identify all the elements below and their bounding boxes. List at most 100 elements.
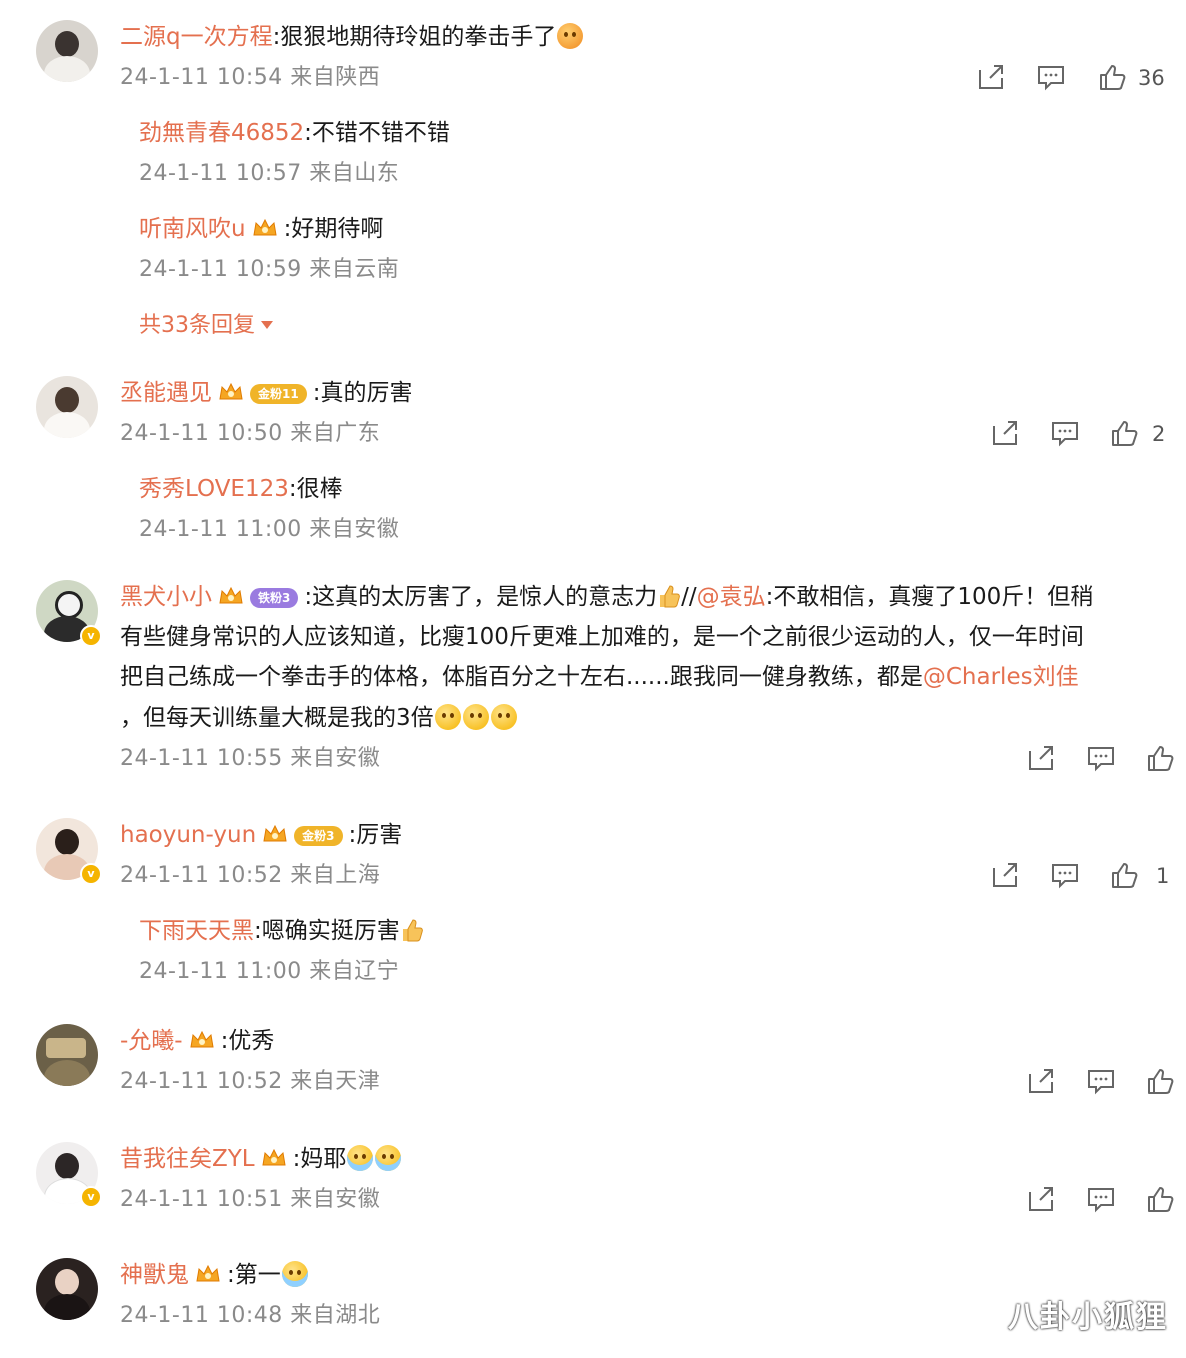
comment-icon[interactable] <box>1086 743 1116 773</box>
comment-content: 二源q一次方程:狠狠地期待玲姐的拳击手了 <box>120 22 584 52</box>
comment-meta: 24-1-11 10:54 来自陕西 <box>120 65 381 90</box>
thumbs-up-icon[interactable] <box>1146 743 1176 773</box>
chevron-down-icon <box>261 321 273 329</box>
thumbs-up-icon[interactable] <box>1098 62 1128 92</box>
more-replies-label: 共33条回复 <box>139 313 255 338</box>
comment-text: :优秀 <box>220 1028 275 1054</box>
comment-meta: 24-1-11 10:52 来自上海 <box>120 863 381 888</box>
comment-actions <box>1026 743 1176 777</box>
comment-icon[interactable] <box>1036 62 1066 92</box>
fan-level-badge: 金粉11 <box>250 384 307 404</box>
comment-actions: 2 <box>990 418 1176 452</box>
comment-text-line: 有些健身常识的人应该知道，比瘦100斤更难上加难的，是一个之前很少运动的人，仅一… <box>120 624 1084 650</box>
comment-meta: 24-1-11 10:48 来自湖北 <box>120 1303 381 1328</box>
thumbs-up-icon[interactable] <box>1146 1184 1176 1214</box>
username[interactable]: 昔我往矣ZYL <box>120 1146 255 1172</box>
verified-badge-icon: v <box>80 1186 102 1208</box>
comment-text: :妈耶 <box>292 1146 347 1172</box>
comment-content: 昔我往矣ZYL :妈耶 <box>120 1144 402 1174</box>
comment-text: :狠狠地期待玲姐的拳击手了 <box>272 24 557 50</box>
mention-link[interactable]: @袁弘 <box>697 584 766 610</box>
comment-meta: 24-1-11 10:52 来自天津 <box>120 1069 381 1094</box>
comment-icon[interactable] <box>1050 418 1080 448</box>
comment-text: 把自己练成一个拳击手的体格，体脂百分之十左右......跟我同一健身教练，都是 <box>120 664 923 690</box>
thumbs-up-emoji-icon <box>400 917 424 943</box>
share-icon[interactable] <box>976 62 1006 92</box>
crown-badge-icon <box>252 217 278 239</box>
username[interactable]: 丞能遇见 <box>120 380 212 406</box>
crying-emoji-icon <box>347 1145 374 1171</box>
username[interactable]: 神獸鬼 <box>120 1262 189 1288</box>
username[interactable]: 下雨天天黑 <box>139 918 254 944</box>
verified-badge-icon: v <box>80 625 102 647</box>
comment-text: :真的厉害 <box>312 380 413 406</box>
reply-meta: 24-1-11 10:57 来自山东 <box>139 161 400 186</box>
comment-actions: 36 <box>976 62 1176 96</box>
crown-badge-icon <box>218 381 244 403</box>
thumbs-up-icon[interactable] <box>1110 418 1140 448</box>
verified-badge-icon: v <box>80 863 102 885</box>
avatar[interactable] <box>36 376 98 438</box>
comment-icon[interactable] <box>1086 1184 1116 1214</box>
avatar[interactable] <box>36 1258 98 1320</box>
comment-content: 丞能遇见 金粉11:真的厉害 <box>120 378 412 408</box>
more-replies-link[interactable]: 共33条回复 <box>139 312 273 340</box>
comment-actions: 1 <box>990 860 1176 894</box>
blush-emoji-icon <box>557 23 584 49</box>
username[interactable]: 听南风吹u <box>139 216 246 242</box>
thumbs-up-icon[interactable] <box>1110 860 1140 890</box>
smile-emoji-icon <box>490 704 517 730</box>
reply-meta: 24-1-11 11:00 来自辽宁 <box>139 959 400 984</box>
comment-content: 黑犬小小 铁粉3:这真的太厉害了，是惊人的意志力 //@袁弘:不敢相信，真瘦了100… <box>120 582 1093 612</box>
username[interactable]: 秀秀LOVE123 <box>139 476 289 502</box>
reply-meta: 24-1-11 11:00 来自安徽 <box>139 517 400 542</box>
reply-text: :很棒 <box>288 476 343 502</box>
username[interactable]: 二源q一次方程 <box>120 24 273 50</box>
comment-actions <box>1026 1184 1176 1218</box>
thumbs-up-icon[interactable] <box>1146 1066 1176 1096</box>
comment-icon[interactable] <box>1086 1066 1116 1096</box>
username[interactable]: 劲無青春46852 <box>139 120 304 146</box>
share-icon[interactable] <box>990 418 1020 448</box>
reply-meta: 24-1-11 10:59 来自云南 <box>139 257 400 282</box>
like-count: 36 <box>1138 66 1165 90</box>
comment-text: :第一 <box>227 1262 281 1288</box>
smile-emoji-icon <box>434 704 461 730</box>
like-count: 1 <box>1156 864 1170 888</box>
comment-content: 把自己练成一个拳击手的体格，体脂百分之十左右......跟我同一健身教练，都是@… <box>120 662 1079 692</box>
comment-actions <box>1026 1066 1176 1100</box>
comment-content: -允曦- :优秀 <box>120 1026 274 1056</box>
mention-link[interactable]: @Charles刘佳 <box>923 664 1079 690</box>
share-icon[interactable] <box>1026 1066 1056 1096</box>
comment-feed: 二源q一次方程:狠狠地期待玲姐的拳击手了 24-1-11 10:54 来自陕西 … <box>0 0 1186 1358</box>
share-icon[interactable] <box>990 860 1020 890</box>
crown-badge-icon <box>195 1263 221 1285</box>
comment-meta: 24-1-11 10:55 来自安徽 <box>120 746 381 771</box>
fan-level-badge: 金粉3 <box>294 826 343 846</box>
comment-text: :不敢相信，真瘦了100斤！但稍 <box>765 584 1094 610</box>
comment-content: ，但每天训练量大概是我的3倍 <box>120 703 518 733</box>
reply-text: :不错不错不错 <box>304 120 450 146</box>
crown-badge-icon <box>261 1147 287 1169</box>
smile-emoji-icon <box>462 704 489 730</box>
comment-text: :厉害 <box>348 822 403 848</box>
crown-badge-icon <box>262 823 288 845</box>
crying-emoji-icon <box>375 1145 402 1171</box>
share-icon[interactable] <box>1026 743 1056 773</box>
reply-text: :好期待啊 <box>283 216 384 242</box>
fan-level-badge: 铁粉3 <box>250 588 299 608</box>
watermark: 八卦小狐狸 <box>1008 1300 1168 1335</box>
share-icon[interactable] <box>1026 1184 1056 1214</box>
comment-content: haoyun-yun 金粉3:厉害 <box>120 820 402 850</box>
avatar[interactable] <box>36 1024 98 1086</box>
username[interactable]: -允曦- <box>120 1028 183 1054</box>
username[interactable]: 黑犬小小 <box>120 584 212 610</box>
laugh-cry-emoji-icon <box>281 1261 308 1287</box>
avatar[interactable] <box>36 20 98 82</box>
comment-meta: 24-1-11 10:50 来自广东 <box>120 421 381 446</box>
username[interactable]: haoyun-yun <box>120 822 256 848</box>
comment-content: 神獸鬼 :第一 <box>120 1260 309 1290</box>
reply-text: :嗯确实挺厉害 <box>254 918 400 944</box>
thumbs-up-emoji-icon <box>657 583 681 609</box>
comment-icon[interactable] <box>1050 860 1080 890</box>
